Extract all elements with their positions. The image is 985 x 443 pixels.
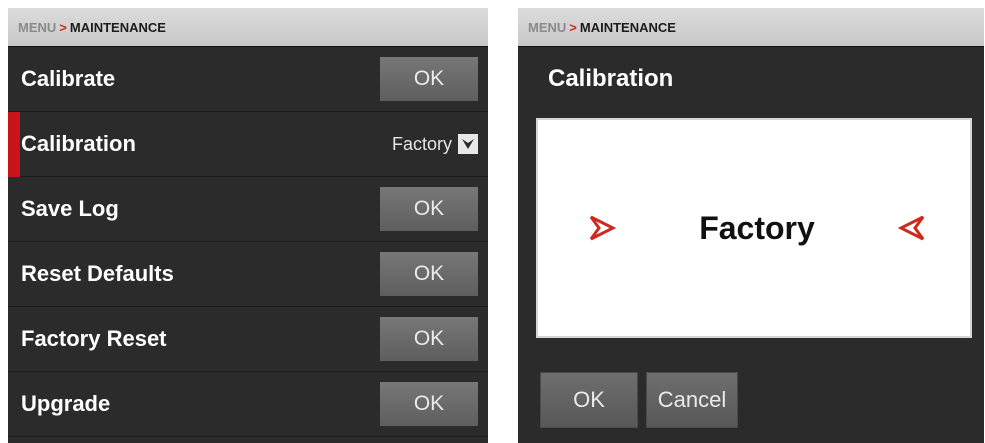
menu-row-save-log[interactable]: Save Log OK — [8, 177, 488, 242]
dialog-title: Calibration — [548, 65, 674, 92]
factory-reset-ok-button[interactable]: OK — [380, 317, 478, 361]
calibration-dialog-panel: MENU > MAINTENANCE Calibration Factory O… — [518, 8, 984, 443]
dialog-actions: OK Cancel — [540, 372, 738, 428]
breadcrumb: MENU > MAINTENANCE — [8, 8, 488, 47]
save-log-ok-button[interactable]: OK — [380, 187, 478, 231]
row-label: Upgrade — [21, 391, 111, 416]
calibration-select-value: Factory — [391, 133, 452, 154]
arrow-right-icon[interactable] — [588, 214, 616, 242]
reset-defaults-ok-button[interactable]: OK — [380, 252, 478, 296]
picker-value: Factory — [699, 209, 815, 246]
row-label: Calibration — [21, 131, 136, 156]
menu-row-factory-reset[interactable]: Factory Reset OK — [8, 307, 488, 372]
row-label: Reset Defaults — [21, 261, 174, 286]
breadcrumb-menu[interactable]: MENU — [528, 20, 566, 35]
breadcrumb: MENU > MAINTENANCE — [518, 8, 984, 47]
row-label: Calibrate — [21, 66, 116, 91]
row-label: Save Log — [21, 196, 119, 221]
cancel-button[interactable]: Cancel — [646, 372, 738, 428]
breadcrumb-separator: > — [59, 19, 67, 35]
chevron-down-icon[interactable] — [458, 134, 478, 154]
upgrade-ok-button[interactable]: OK — [380, 382, 478, 426]
menu-row-calibrate[interactable]: Calibrate OK — [8, 47, 488, 112]
maintenance-menu-panel: MENU > MAINTENANCE Calibrate OK Calibrat… — [8, 8, 488, 443]
calibration-select[interactable]: Factory — [392, 134, 478, 155]
arrow-left-icon[interactable] — [898, 214, 926, 242]
breadcrumb-current: MAINTENANCE — [69, 19, 166, 35]
breadcrumb-separator: > — [569, 19, 577, 35]
calibrate-ok-button[interactable]: OK — [380, 57, 478, 101]
menu-row-upgrade[interactable]: Upgrade OK — [8, 372, 488, 437]
menu-row-calibration[interactable]: Calibration Factory — [8, 112, 488, 177]
row-label: Factory Reset — [21, 326, 167, 351]
menu-row-reset-defaults[interactable]: Reset Defaults OK — [8, 242, 488, 307]
calibration-picker[interactable]: Factory — [536, 118, 972, 338]
breadcrumb-current: MAINTENANCE — [579, 19, 676, 35]
ok-button[interactable]: OK — [540, 372, 638, 428]
selection-indicator — [8, 112, 20, 177]
breadcrumb-menu[interactable]: MENU — [18, 20, 56, 35]
